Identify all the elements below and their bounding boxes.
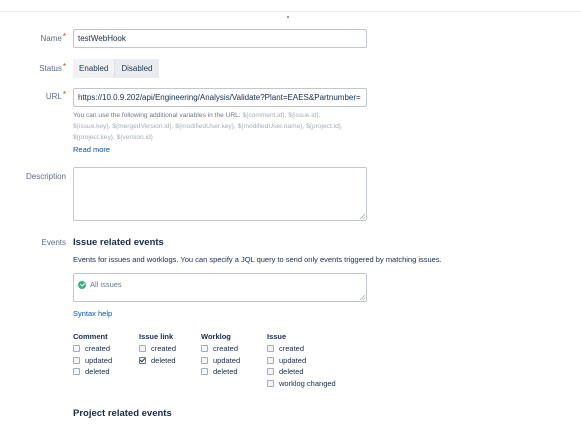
checkbox-label: created	[279, 344, 305, 354]
issue-link-events-group: Issue link created deleted	[139, 332, 176, 366]
description-textarea[interactable]	[73, 167, 367, 221]
project-events-heading: Project related events	[73, 408, 172, 419]
checkbox-icon[interactable]	[267, 368, 274, 376]
status-enabled-button[interactable]: Enabled	[73, 59, 116, 78]
checkbox-label: updated	[85, 355, 113, 365]
checkbox-icon[interactable]	[267, 379, 274, 387]
checkbox-label: worklog changed	[279, 378, 336, 388]
top-divider	[0, 11, 581, 12]
issue-events-description: Events for issues and worklogs. You can …	[73, 255, 442, 264]
url-variables-2: ${issue.key}, ${mergedVersion.id}, ${mod…	[73, 123, 343, 130]
checkbox-label: created	[213, 344, 239, 354]
worklog-created-checkbox[interactable]: created	[201, 343, 240, 355]
check-circle-icon	[78, 280, 86, 289]
checkbox-icon[interactable]	[201, 356, 208, 364]
checkbox-icon[interactable]	[267, 356, 274, 364]
checkbox-label: deleted	[213, 367, 238, 377]
url-label: URL*	[45, 90, 66, 101]
issue-link-created-checkbox[interactable]: created	[139, 343, 176, 355]
checkbox-icon[interactable]	[201, 368, 208, 376]
status-disabled-button[interactable]: Disabled	[115, 59, 159, 78]
url-help-prefix: You can use the following additional var…	[73, 112, 241, 119]
checkbox-icon[interactable]	[139, 345, 146, 353]
checkbox-label: deleted	[279, 367, 304, 377]
status-toggle: Enabled Disabled	[73, 59, 159, 78]
checkbox-checked-icon[interactable]	[139, 356, 146, 364]
status-label: Status*	[39, 62, 66, 73]
url-variables-3: ${project.key}, ${version.id}	[73, 134, 153, 141]
issue-link-group-title: Issue link	[139, 332, 174, 341]
name-label: Name*	[40, 32, 66, 43]
url-help-text: You can use the following additional var…	[73, 110, 373, 143]
comment-group-title: Comment	[73, 332, 108, 341]
resize-grip-icon[interactable]	[359, 213, 365, 219]
comment-deleted-checkbox[interactable]: deleted	[73, 366, 112, 378]
issue-worklog-changed-checkbox[interactable]: worklog changed	[267, 378, 336, 390]
checkbox-label: created	[85, 344, 111, 354]
separator-dot	[287, 16, 289, 18]
checkbox-icon[interactable]	[201, 345, 208, 353]
name-input[interactable]: testWebHook	[73, 29, 367, 48]
comment-updated-checkbox[interactable]: updated	[73, 355, 112, 367]
issue-group-title: Issue	[267, 332, 287, 341]
issue-events-heading: Issue related events	[73, 237, 164, 248]
checkbox-icon[interactable]	[73, 356, 80, 364]
issue-deleted-checkbox[interactable]: deleted	[267, 366, 336, 378]
worklog-events-group: Worklog created updated deleted	[201, 332, 240, 378]
worklog-updated-checkbox[interactable]: updated	[201, 355, 240, 367]
description-label: Description	[25, 172, 66, 181]
checkbox-label: updated	[213, 355, 241, 365]
url-variables-1: ${comment.id}, ${issue.id},	[242, 112, 321, 119]
resize-grip-icon[interactable]	[359, 294, 365, 300]
url-input[interactable]: https://10.0.9.202/api/Engineering/Analy…	[73, 88, 367, 107]
issue-link-deleted-checkbox[interactable]: deleted	[139, 355, 176, 367]
worklog-deleted-checkbox[interactable]: deleted	[201, 366, 240, 378]
comment-created-checkbox[interactable]: created	[73, 343, 112, 355]
issue-events-group: Issue created updated deleted worklog ch…	[267, 332, 336, 389]
jql-query-input[interactable]: All issues	[73, 273, 367, 302]
syntax-help-link[interactable]: Syntax help	[73, 309, 112, 318]
jql-value: All issues	[90, 280, 122, 289]
events-label: Events	[41, 238, 66, 247]
worklog-group-title: Worklog	[201, 332, 231, 341]
checkbox-label: updated	[279, 355, 307, 365]
issue-updated-checkbox[interactable]: updated	[267, 355, 336, 367]
comment-events-group: Comment created updated deleted	[73, 332, 112, 378]
checkbox-icon[interactable]	[73, 368, 80, 376]
checkbox-icon[interactable]	[267, 345, 274, 353]
checkbox-icon[interactable]	[73, 345, 80, 353]
checkbox-label: created	[151, 344, 177, 354]
checkbox-label: deleted	[151, 355, 176, 365]
read-more-link[interactable]: Read more	[73, 145, 110, 154]
checkbox-label: deleted	[85, 367, 110, 377]
issue-created-checkbox[interactable]: created	[267, 343, 336, 355]
